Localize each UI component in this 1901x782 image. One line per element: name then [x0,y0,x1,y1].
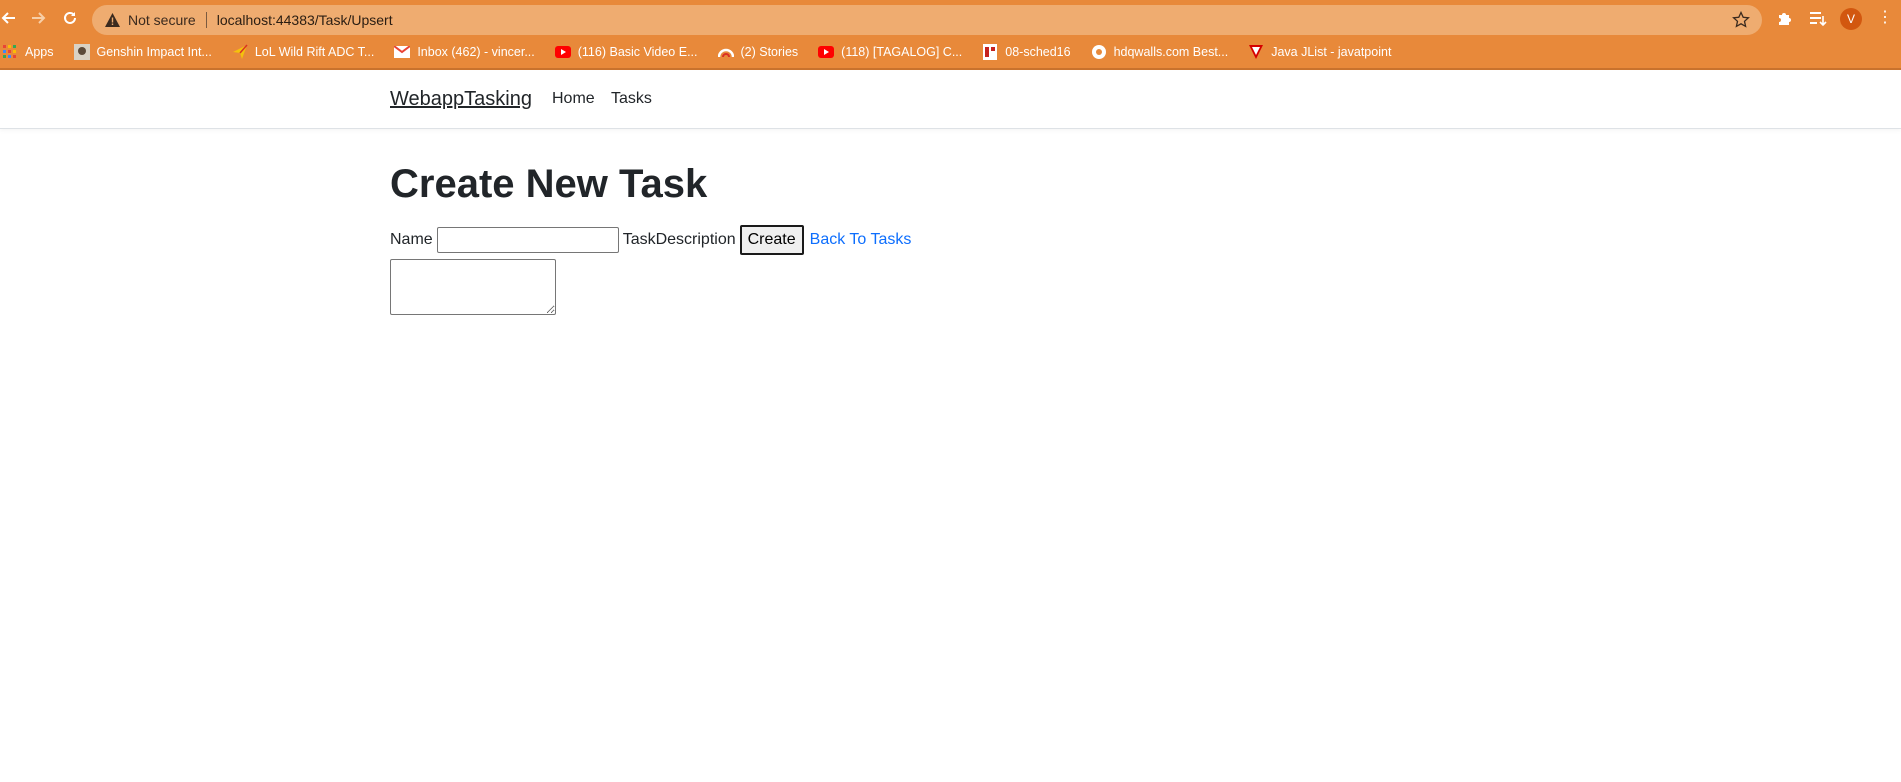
security-label[interactable]: Not secure [128,12,196,28]
bookmark-label: (2) Stories [740,45,799,59]
browser-menu-icon[interactable]: ⋮ [1876,9,1894,27]
bookmark-star-icon[interactable] [1732,10,1750,29]
bookmark-label: 08-sched16 [1005,45,1071,59]
bookmark-javatpoint[interactable]: Java JList - javatpoint [1248,44,1391,60]
bookmark-label: (118) [TAGALOG] C... [841,45,963,59]
bookmark-label: LoL Wild Rift ADC T... [254,45,375,59]
bookmark-gmail[interactable]: Inbox (462) - vincer... [394,44,535,60]
forward-arrow-icon[interactable] [27,7,49,29]
bookmarks-bar: Apps Genshin Impact Int... LoL Wild Rift… [0,36,1901,70]
url-text[interactable]: localhost:44383/Task/Upsert [217,12,393,28]
reading-list-icon[interactable] [1809,9,1827,27]
create-button[interactable]: Create [739,225,804,255]
bookmark-label: Apps [25,45,54,59]
extensions-puzzle-icon[interactable] [1776,9,1794,27]
bookmark-label: Genshin Impact Int... [96,45,212,59]
gmail-icon [394,44,411,60]
bookmark-youtube-tagalog[interactable]: (118) [TAGALOG] C... [818,44,962,60]
bookmark-wildrift[interactable]: LoL Wild Rift ADC T... [232,44,374,60]
task-description-textarea[interactable] [390,259,556,315]
stories-icon [717,44,734,60]
doc-icon [982,44,998,60]
bookmark-hdqwalls[interactable]: hdqwalls.com Best... [1091,44,1229,60]
nav-tasks-link[interactable]: Tasks [611,90,652,108]
name-label: Name [390,231,433,248]
warning-icon[interactable] [104,12,120,28]
javatpoint-icon [1248,44,1264,60]
omnibox-divider [205,12,207,28]
address-bar[interactable]: Not secure localhost:44383/Task/Upsert [92,5,1762,35]
browser-toolbar: Not secure localhost:44383/Task/Upsert V… [0,0,1901,36]
globe-icon [1091,44,1107,60]
reload-icon[interactable] [59,7,81,29]
nav-home-link[interactable]: Home [552,90,595,108]
youtube-icon [818,44,835,60]
name-input[interactable] [436,227,619,253]
genshin-icon [73,44,90,60]
bookmark-youtube-video[interactable]: (116) Basic Video E... [554,44,698,60]
apps-grid-icon [2,44,18,60]
paper-plane-icon [232,44,248,60]
bookmark-genshin[interactable]: Genshin Impact Int... [73,44,212,60]
task-description-label: TaskDescription [622,231,736,248]
task-form-row: Name TaskDescription Create Back To Task… [390,225,911,255]
back-to-tasks-link[interactable]: Back To Tasks [810,231,912,249]
profile-avatar[interactable]: V [1840,8,1862,30]
bookmark-stories[interactable]: (2) Stories [717,44,799,60]
site-brand-link[interactable]: WebappTasking [390,88,532,111]
bookmark-label: Java JList - javatpoint [1271,45,1392,59]
back-arrow-icon[interactable] [0,7,20,29]
bookmark-label: (116) Basic Video E... [577,45,698,59]
youtube-icon [554,44,571,60]
bookmark-apps[interactable]: Apps [2,44,54,60]
site-navbar: WebappTasking Home Tasks [0,70,1901,129]
browser-chrome: Not secure localhost:44383/Task/Upsert V… [0,0,1901,70]
bookmark-label: hdqwalls.com Best... [1113,45,1229,59]
bookmark-sched[interactable]: 08-sched16 [982,44,1071,60]
page-title: Create New Task [390,162,708,206]
bookmark-label: Inbox (462) - vincer... [417,45,535,59]
